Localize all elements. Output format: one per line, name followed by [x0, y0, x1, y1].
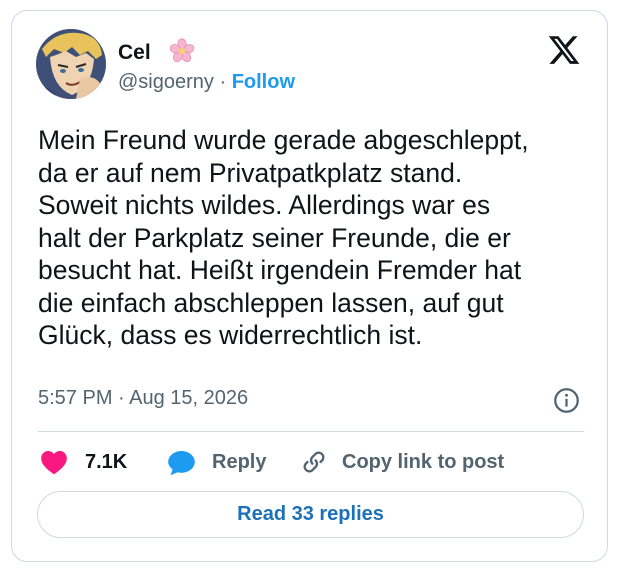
avatar-image — [36, 29, 106, 99]
like-button[interactable]: 7.1K — [40, 447, 127, 477]
reply-button[interactable]: Reply — [167, 447, 266, 477]
copy-link-label: Copy link to post — [342, 450, 505, 473]
avatar[interactable] — [36, 29, 106, 99]
x-logo-icon[interactable] — [547, 33, 581, 67]
tweet-timestamp[interactable]: 5:57 PM · Aug 15, 2026 — [38, 387, 248, 410]
cherry-blossom-icon — [169, 38, 195, 62]
link-icon — [303, 451, 325, 473]
like-count: 7.1K — [85, 450, 128, 473]
tweet-time: 5:57 PM — [38, 387, 113, 409]
author-name[interactable]: Cel — [118, 41, 151, 65]
reply-label: Reply — [212, 450, 267, 473]
follow-button[interactable]: Follow — [232, 71, 295, 93]
copy-link-button[interactable]: Copy link to post — [300, 447, 504, 477]
timestamp-separator: · — [112, 387, 130, 409]
heart-icon — [41, 451, 67, 475]
tweet-date: Aug 15, 2026 — [129, 387, 249, 409]
divider — [38, 431, 584, 432]
reply-bubble-icon — [168, 450, 195, 475]
info-icon[interactable] — [553, 387, 580, 414]
author-handle[interactable]: @sigoerny — [118, 71, 214, 93]
tweet-text: Mein Freund wurde gerade abgeschleppt, d… — [38, 125, 529, 350]
handle-separator: · — [213, 71, 232, 93]
read-replies-button[interactable]: Read 33 replies — [37, 491, 584, 538]
author-handle-row: @sigoerny · Follow — [118, 71, 295, 94]
tweet-card: Cel @sigoerny · Follow Mein Freund wurde… — [11, 10, 608, 562]
